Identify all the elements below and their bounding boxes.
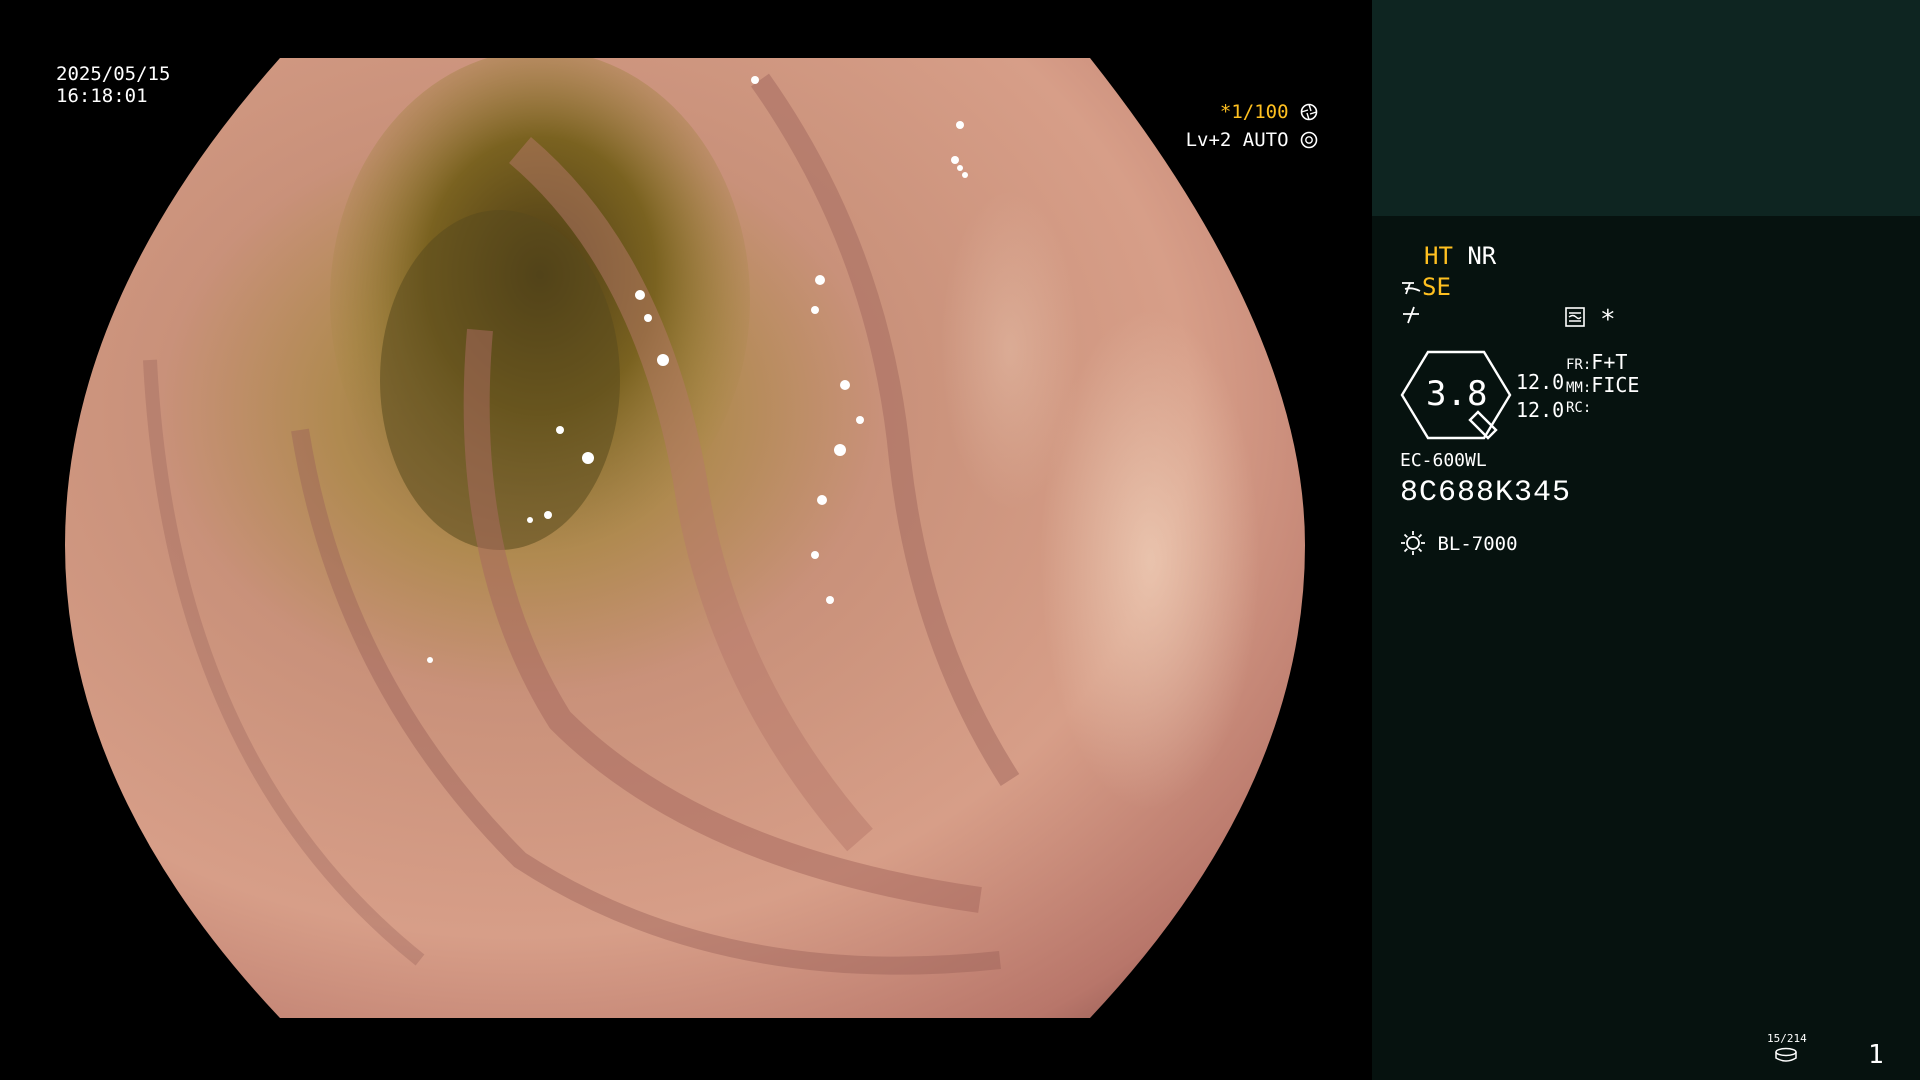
level-row: Lv+2 AUTO xyxy=(1150,126,1318,154)
se-indicator: SE xyxy=(1422,273,1451,301)
light-source-model: BL-7000 xyxy=(1437,533,1518,555)
fr-value: F+T xyxy=(1591,350,1628,374)
mm-row: MM:FICE xyxy=(1566,373,1639,397)
record-counter: 15/214 xyxy=(1767,1032,1807,1045)
exam-time: 16:18:01 xyxy=(56,85,148,107)
exam-datetime: 2025/05/15 16:18:01 xyxy=(56,63,170,107)
mm-value: FICE xyxy=(1591,373,1640,397)
se-row: SE xyxy=(1400,273,1451,301)
rc-label: RC: xyxy=(1566,400,1592,416)
aperture-icon xyxy=(1300,101,1318,121)
value-b: 12.0 xyxy=(1516,398,1565,422)
iris-icon xyxy=(1300,129,1318,149)
exposure-settings: *1/100 Lv+2 AUTO xyxy=(1150,98,1318,154)
scope-model: EC-600WL xyxy=(1400,450,1487,471)
colon-lumen-image xyxy=(65,58,1305,1018)
value-a: 12.0 xyxy=(1516,370,1565,394)
shutter-speed: *1/100 xyxy=(1219,101,1289,123)
mm-label: MM: xyxy=(1566,380,1592,396)
shutter-row: *1/100 xyxy=(1150,98,1318,126)
exam-date: 2025/05/15 xyxy=(56,63,171,85)
light-source-row: BL-7000 xyxy=(1400,530,1518,556)
info-panel: HT NR SE * 3.8 12.0 12.0 FR:F+T MM:FICE … xyxy=(1372,0,1920,1080)
light-source-icon xyxy=(1400,530,1426,556)
fr-row: FR:F+T xyxy=(1566,350,1627,374)
image-mode-icon xyxy=(1564,306,1586,332)
endoscope-viewport: 2025/05/15 16:18:01 *1/100 Lv+2 AUTO xyxy=(0,0,1372,1080)
brightness-level: Lv+2 AUTO xyxy=(1185,129,1289,151)
fr-label: FR: xyxy=(1566,357,1592,373)
ht-nr-row: HT NR xyxy=(1424,242,1496,270)
ht-indicator: HT xyxy=(1424,242,1453,270)
mode-asterisk: * xyxy=(1600,305,1616,335)
storage-icon xyxy=(1774,1047,1798,1067)
structure-enhance-icon xyxy=(1400,275,1422,295)
page-number: 1 xyxy=(1868,1040,1884,1070)
zoom-value: 3.8 xyxy=(1426,374,1488,414)
nr-indicator: NR xyxy=(1467,242,1497,270)
color-mode-icon xyxy=(1400,304,1422,330)
panel-header-area xyxy=(1372,0,1920,216)
scope-serial: 8C688K345 xyxy=(1400,476,1572,510)
